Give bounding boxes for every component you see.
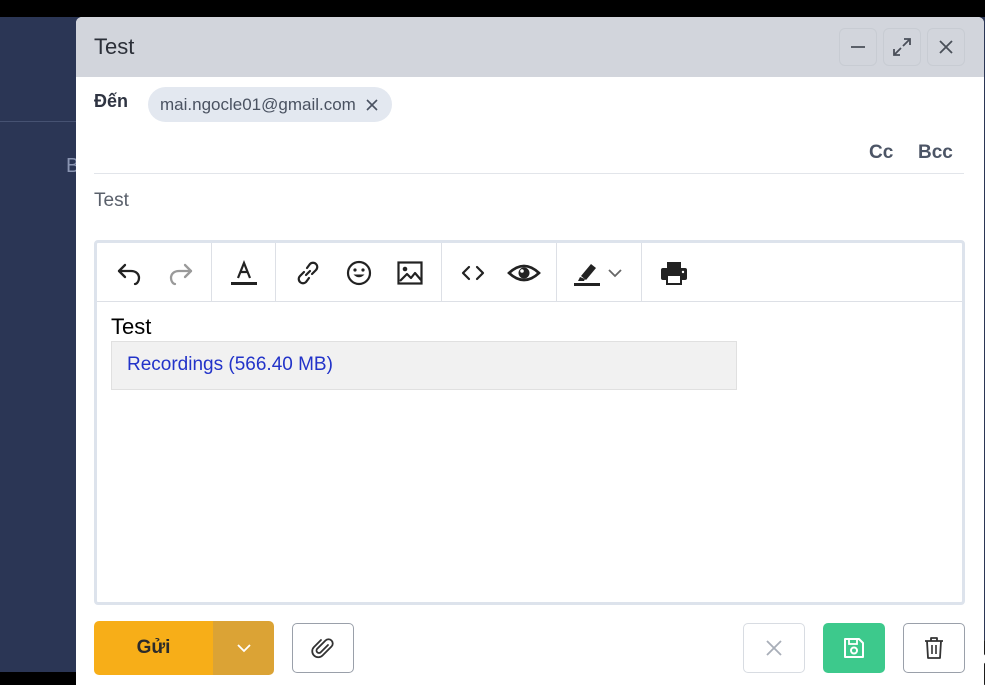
minimize-icon <box>851 46 865 48</box>
expand-icon <box>893 38 911 56</box>
compose-window: Test Đến mai.ngocle01@gmail.com Cc Bcc T… <box>76 17 984 685</box>
attachment-link[interactable]: Recordings (566.40 MB) <box>127 354 333 376</box>
body-text: Test <box>111 314 152 339</box>
subject-field[interactable]: Test <box>94 190 129 212</box>
toolbar-separator <box>556 243 557 302</box>
emoji-icon <box>346 260 372 286</box>
save-draft-button[interactable] <box>823 623 885 673</box>
font-color-icon <box>231 260 257 285</box>
source-code-button[interactable] <box>456 256 490 290</box>
link-button[interactable] <box>291 256 325 290</box>
maximize-button[interactable] <box>883 28 921 66</box>
link-icon <box>297 261 319 285</box>
close-window-button[interactable] <box>927 28 965 66</box>
undo-icon <box>117 263 141 286</box>
save-icon <box>844 638 864 658</box>
compose-title: Test <box>94 34 135 59</box>
image-icon <box>397 261 423 285</box>
code-icon <box>461 265 485 281</box>
print-button[interactable] <box>657 256 691 290</box>
trash-icon <box>925 637 943 659</box>
compose-titlebar: Test <box>76 17 984 77</box>
background-divider <box>0 121 80 122</box>
redo-icon <box>169 263 193 286</box>
remove-recipient-button[interactable] <box>366 96 378 116</box>
print-icon <box>661 262 687 285</box>
toolbar-separator <box>211 243 212 302</box>
paperclip-icon <box>311 638 334 659</box>
cc-button[interactable]: Cc <box>869 142 893 164</box>
send-button-group: Gửi <box>94 621 274 675</box>
editor-content[interactable]: Test <box>111 314 151 340</box>
minimize-button[interactable] <box>839 28 877 66</box>
highlight-icon <box>574 264 600 286</box>
redo-button[interactable] <box>164 256 198 290</box>
highlight-dropdown[interactable] <box>603 256 627 290</box>
close-icon <box>366 98 378 111</box>
toolbar-separator <box>275 243 276 302</box>
editor-toolbar <box>97 243 962 302</box>
image-button[interactable] <box>393 256 427 290</box>
delete-button[interactable] <box>903 623 965 673</box>
close-icon <box>939 40 953 54</box>
undo-button[interactable] <box>112 256 146 290</box>
bcc-button[interactable]: Bcc <box>918 142 953 164</box>
preview-button[interactable] <box>507 256 541 290</box>
toolbar-separator <box>441 243 442 302</box>
rich-text-editor: Test Recordings (566.40 MB) <box>94 240 965 605</box>
close-icon <box>766 640 782 656</box>
attachment-card: Recordings (566.40 MB) <box>111 341 737 390</box>
chevron-down-icon <box>236 644 251 653</box>
toolbar-separator <box>641 243 642 302</box>
discard-button[interactable] <box>743 623 805 673</box>
header-divider <box>94 173 964 174</box>
send-options-button[interactable] <box>213 621 274 675</box>
send-button[interactable]: Gửi <box>94 621 213 675</box>
preview-icon <box>507 264 541 282</box>
highlight-button[interactable] <box>570 256 604 290</box>
font-color-button[interactable] <box>227 256 261 290</box>
emoji-button[interactable] <box>342 256 376 290</box>
recipient-email: mai.ngocle01@gmail.com <box>160 94 356 114</box>
attach-file-button[interactable] <box>292 623 354 673</box>
to-label: Đến <box>94 91 129 111</box>
chevron-down-icon <box>608 269 622 278</box>
recipient-chip[interactable]: mai.ngocle01@gmail.com <box>148 87 392 122</box>
